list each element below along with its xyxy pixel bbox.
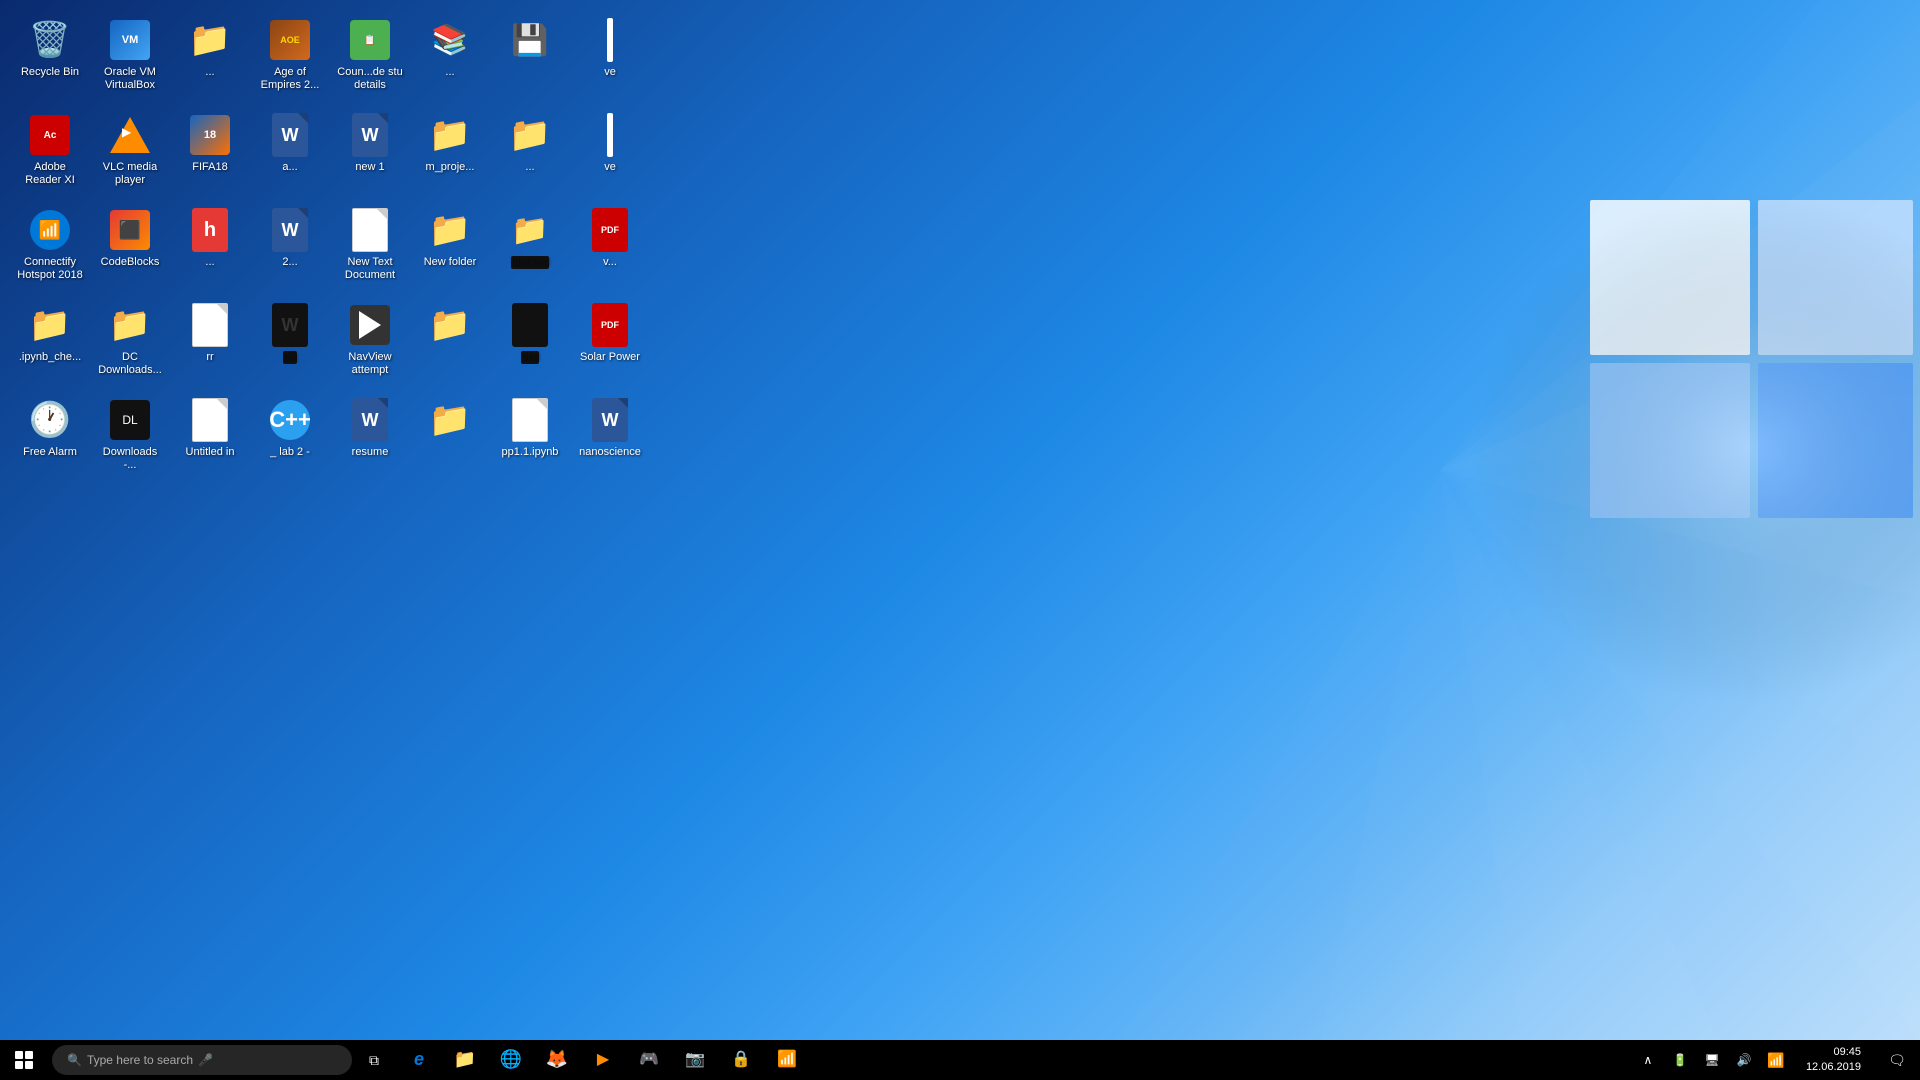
- chrome-icon: 🌐: [500, 1049, 522, 1070]
- word-ve-icon: ve: [570, 105, 650, 200]
- folder-icon-6[interactable]: 📁: [410, 390, 490, 485]
- new-text-document-icon[interactable]: New Text Document: [330, 200, 410, 295]
- rr-file-icon[interactable]: rr: [170, 295, 250, 390]
- task-view-icon: ⧉: [369, 1052, 379, 1069]
- desktop-light-effect: [720, 0, 1920, 1040]
- recycle-bin-icon[interactable]: 🗑️ Recycle Bin: [10, 10, 90, 105]
- taskbar-pinned-apps: e 📁 🌐 🦊 ▶ 🎮 📷 🔒 📶: [397, 1040, 1636, 1080]
- search-bar[interactable]: 🔍 Type here to search 🎤: [52, 1045, 352, 1075]
- battery-icon: 🔋: [1672, 1053, 1687, 1067]
- vlc-taskbar-icon: ▶: [597, 1049, 609, 1069]
- app6-icon: 🎮: [639, 1049, 659, 1069]
- app8-icon: 🔒: [731, 1049, 751, 1069]
- lab2-cpp-icon[interactable]: C++ _ lab 2 -: [250, 390, 330, 485]
- chevron-up-icon: ∧: [1644, 1053, 1653, 1067]
- free-alarm-icon[interactable]: 🕐 Free Alarm: [10, 390, 90, 485]
- disk-icon[interactable]: 💾: [490, 10, 570, 105]
- partial-icon-1: ve: [570, 10, 650, 105]
- windows-logo: [15, 1051, 33, 1069]
- navview-attempt-icon[interactable]: NavView attempt: [330, 295, 410, 390]
- oracle-vm-icon[interactable]: VM Oracle VM VirtualBox: [90, 10, 170, 105]
- vlc-icon[interactable]: ▶ VLC media player: [90, 105, 170, 200]
- wifi-tray-icon: 📶: [1767, 1052, 1784, 1069]
- clock-time: 09:45: [1806, 1045, 1861, 1060]
- taskbar-firefox-button[interactable]: 🦊: [535, 1040, 579, 1080]
- volume-icon: 🔊: [1736, 1053, 1751, 1067]
- network-icon: 🖥: [1704, 1053, 1719, 1067]
- pp1-ipynb-icon[interactable]: pp1.1.ipynb: [490, 390, 570, 485]
- h-file-icon[interactable]: h ...: [170, 200, 250, 295]
- blacked-word-icon[interactable]: bkd: [490, 295, 570, 390]
- taskbar: 🔍 Type here to search 🎤 ⧉ e 📁 🌐 🦊 ▶ 🎮 📷: [0, 1040, 1920, 1080]
- search-icon: 🔍: [67, 1053, 82, 1067]
- explorer-icon: 📁: [454, 1049, 476, 1070]
- tray-network[interactable]: 🖥: [1700, 1040, 1724, 1080]
- folder-mproje-icon[interactable]: 📁 m_proje...: [410, 105, 490, 200]
- wifi-taskbar-icon: 📶: [777, 1049, 797, 1069]
- word-doc-a-icon[interactable]: W a...: [250, 105, 330, 200]
- nanoscience-icon[interactable]: W nanoscience: [570, 390, 650, 485]
- microphone-icon[interactable]: 🎤: [198, 1053, 213, 1067]
- search-placeholder: Type here to search: [87, 1053, 193, 1067]
- tray-wifi[interactable]: 📶: [1764, 1040, 1788, 1080]
- codeblocks-icon[interactable]: ⬛ CodeBlocks: [90, 200, 170, 295]
- adobe-reader-icon[interactable]: Ac Adobe Reader XI: [10, 105, 90, 200]
- word-blacked-3-icon[interactable]: W blk: [250, 295, 330, 390]
- pdf-v-icon[interactable]: PDF v...: [570, 200, 650, 295]
- taskbar-explorer-button[interactable]: 📁: [443, 1040, 487, 1080]
- untitled-in-icon[interactable]: Untitled in: [170, 390, 250, 485]
- resume-word-icon[interactable]: W resume: [330, 390, 410, 485]
- folder-icon-1[interactable]: 📁 ...: [170, 10, 250, 105]
- taskbar-app6-button[interactable]: 🎮: [627, 1040, 671, 1080]
- dc-downloads-icon[interactable]: 📁 DC Downloads...: [90, 295, 170, 390]
- clock-date: 12.06.2019: [1806, 1060, 1861, 1075]
- taskbar-edge-button[interactable]: e: [397, 1040, 441, 1080]
- start-button[interactable]: [0, 1040, 48, 1080]
- desktop-icons-area: 🗑️ Recycle Bin VM Oracle VM VirtualBox 📁…: [0, 0, 650, 1040]
- taskbar-app8-button[interactable]: 🔒: [719, 1040, 763, 1080]
- taskbar-app7-button[interactable]: 📷: [673, 1040, 717, 1080]
- edge-icon: e: [414, 1049, 424, 1070]
- downloads-icon[interactable]: DL Downloads -...: [90, 390, 170, 485]
- taskbar-chrome-button[interactable]: 🌐: [489, 1040, 533, 1080]
- new1-icon[interactable]: W new 1: [330, 105, 410, 200]
- countdown-details-icon[interactable]: 📋 Coun...de stu details: [330, 10, 410, 105]
- folder-icon-5[interactable]: 📁: [410, 295, 490, 390]
- ipynb-folder-icon[interactable]: 📁 .ipynb_che...: [10, 295, 90, 390]
- firefox-icon: 🦊: [546, 1049, 568, 1070]
- app7-icon: 📷: [685, 1049, 705, 1069]
- app-green-icon[interactable]: 📚 ...: [410, 10, 490, 105]
- system-tray: ∧ 🔋 🖥 🔊 📶 09:45 12.06.2019 🗨: [1636, 1040, 1920, 1080]
- folder-icon-3[interactable]: 📁 ...: [490, 105, 570, 200]
- tray-volume[interactable]: 🔊: [1732, 1040, 1756, 1080]
- tray-battery[interactable]: 🔋: [1668, 1040, 1692, 1080]
- notification-button[interactable]: 🗨: [1879, 1040, 1915, 1080]
- taskbar-wifi-button[interactable]: 📶: [765, 1040, 809, 1080]
- folder-blacked-icon[interactable]: 📁 blacked: [490, 200, 570, 295]
- solar-power-icon[interactable]: PDF Solar Power: [570, 295, 650, 390]
- tray-chevron[interactable]: ∧: [1636, 1040, 1660, 1080]
- new-folder-icon[interactable]: 📁 New folder: [410, 200, 490, 295]
- fifa18-icon[interactable]: 18 FIFA18: [170, 105, 250, 200]
- desktop: 🗑️ Recycle Bin VM Oracle VM VirtualBox 📁…: [0, 0, 1920, 1040]
- connectify-icon[interactable]: 📶 Connectify Hotspot 2018: [10, 200, 90, 295]
- task-view-button[interactable]: ⧉: [356, 1040, 392, 1080]
- taskbar-vlc-button[interactable]: ▶: [581, 1040, 625, 1080]
- age-of-empires-icon[interactable]: AOE Age of Empires 2...: [250, 10, 330, 105]
- notification-icon: 🗨: [1888, 1052, 1906, 1069]
- system-clock[interactable]: 09:45 12.06.2019: [1796, 1045, 1871, 1076]
- word-blacked-2-icon[interactable]: W 2...: [250, 200, 330, 295]
